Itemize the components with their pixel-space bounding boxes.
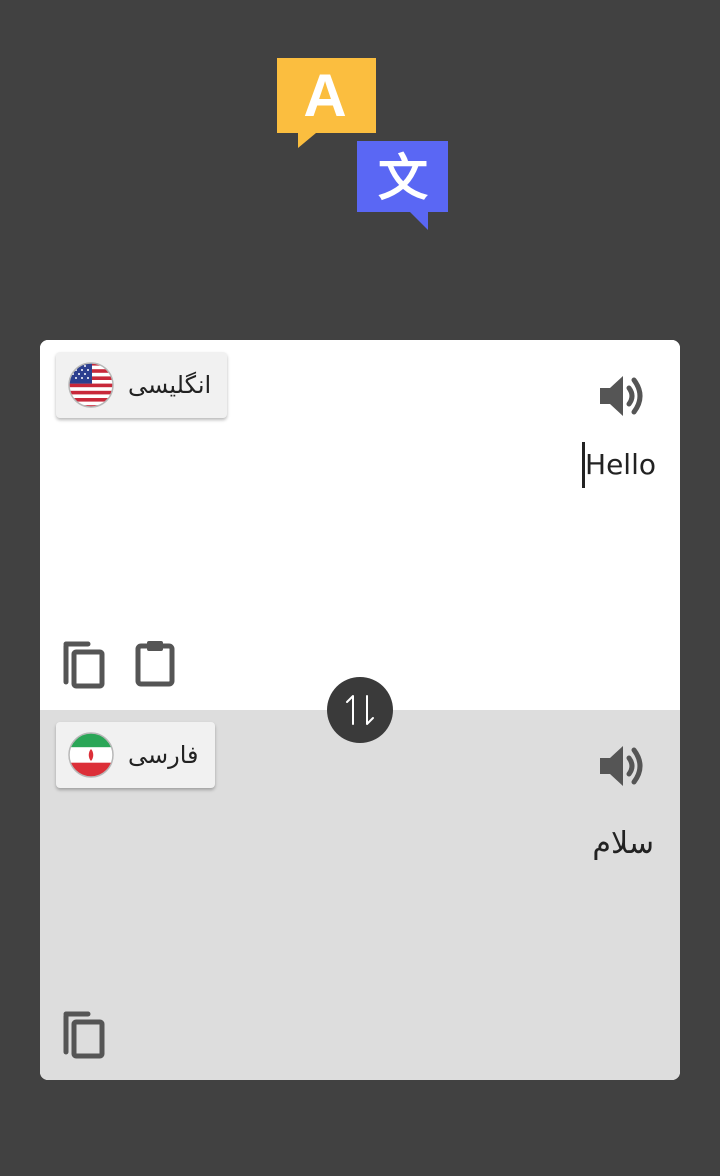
translated-text: سلام <box>592 826 654 861</box>
swap-arrows-icon <box>346 695 374 725</box>
logo-letter-a: A <box>303 62 346 129</box>
letter-a-bubble: A <box>277 58 376 148</box>
swap-languages-button[interactable] <box>327 677 393 743</box>
iran-flag-icon <box>68 732 114 778</box>
logo-letter-wen: 文 <box>378 149 428 207</box>
paste-clipboard-icon[interactable] <box>134 638 176 688</box>
source-panel: انگلیسی Hello <box>40 340 680 710</box>
source-text-input[interactable]: Hello <box>582 442 656 488</box>
translator-card: انگلیسی Hello فارسی سلام <box>40 340 680 1080</box>
source-copy-icon[interactable] <box>62 640 106 690</box>
target-language-label: فارسی <box>128 741 199 769</box>
source-speaker-icon[interactable] <box>596 372 648 420</box>
target-panel: فارسی سلام <box>40 710 680 1080</box>
source-language-button[interactable]: انگلیسی <box>56 352 228 418</box>
target-speaker-icon[interactable] <box>596 742 648 790</box>
us-flag-icon <box>68 362 114 408</box>
app-logo: A 文 <box>277 58 448 230</box>
letter-wen-bubble: 文 <box>357 141 448 230</box>
target-language-button[interactable]: فارسی <box>56 722 215 788</box>
target-copy-icon[interactable] <box>62 1010 106 1060</box>
source-language-label: انگلیسی <box>128 371 212 399</box>
